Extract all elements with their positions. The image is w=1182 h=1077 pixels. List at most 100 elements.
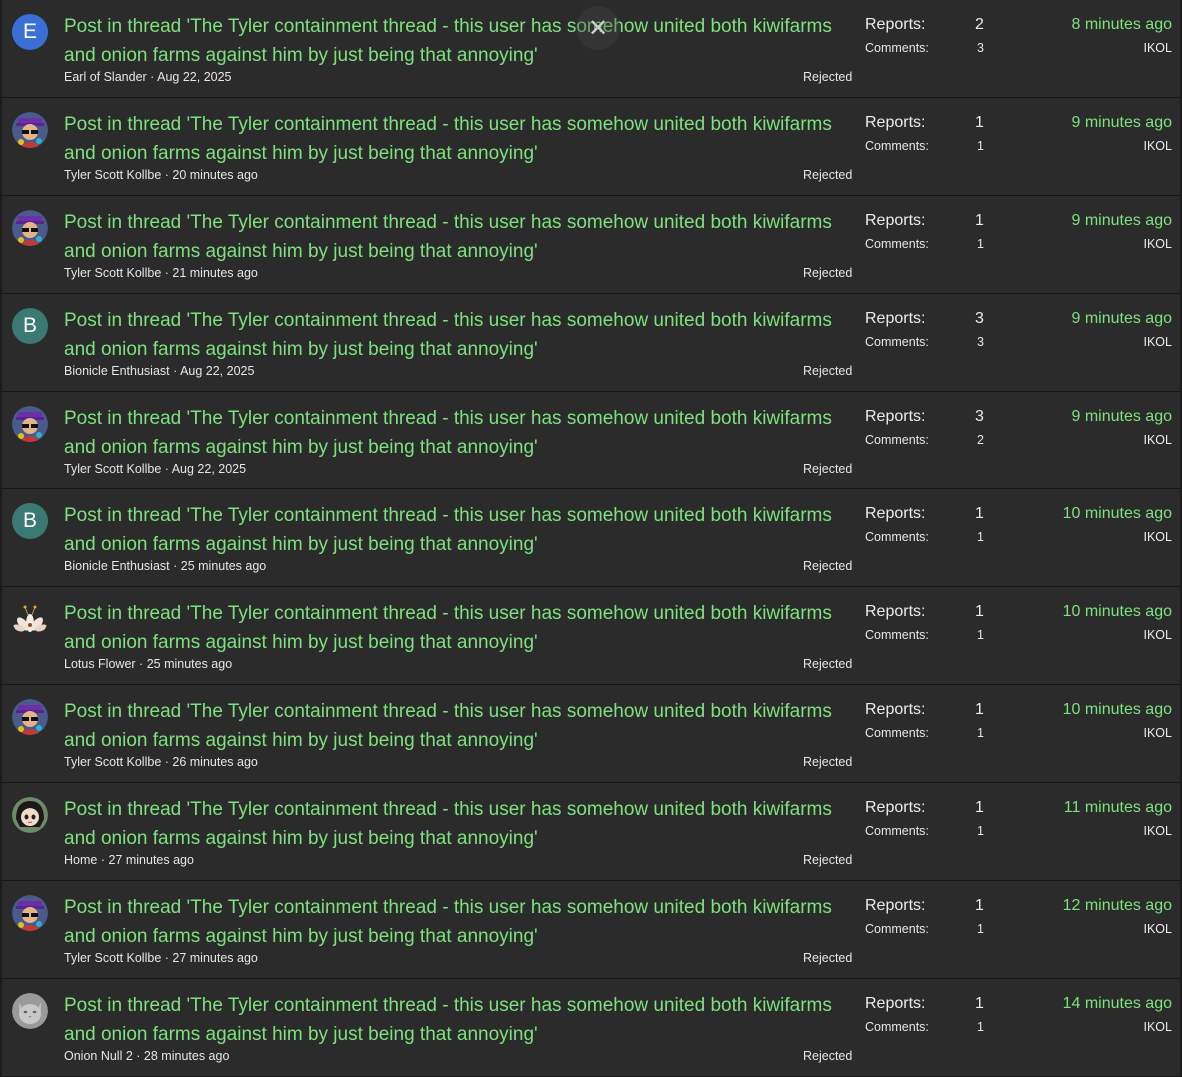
avatar[interactable] — [12, 405, 48, 442]
reports-count: 1 — [975, 701, 984, 719]
comments-label: Comments: — [865, 726, 929, 741]
report-title-link[interactable]: Post in thread 'The Tyler containment th… — [64, 697, 844, 755]
reports-label: Reports: — [865, 603, 926, 621]
close-icon[interactable]: ✕ — [576, 6, 620, 50]
report-row: B Post in thread 'The Tyler containment … — [0, 293, 1182, 392]
report-meta: Home · 27 minutes ago — [64, 853, 194, 867]
comments-count: 2 — [977, 432, 984, 447]
last-activity-time[interactable]: 9 minutes ago — [1071, 310, 1172, 328]
last-activity-time[interactable]: 10 minutes ago — [1063, 603, 1172, 621]
comments-label: Comments: — [865, 824, 929, 839]
comments-label: Comments: — [865, 432, 929, 447]
assignee-name[interactable]: IKOL — [1144, 922, 1173, 936]
author-link[interactable]: Tyler Scott Kollbe — [64, 168, 161, 182]
avatar[interactable]: B — [12, 503, 48, 540]
last-activity-time[interactable]: 12 minutes ago — [1063, 897, 1172, 915]
report-title-link[interactable]: Post in thread 'The Tyler containment th… — [64, 893, 844, 951]
assignee-name[interactable]: IKOL — [1144, 824, 1173, 838]
last-activity-time[interactable]: 9 minutes ago — [1071, 114, 1172, 132]
last-activity-time[interactable]: 8 minutes ago — [1071, 16, 1172, 34]
avatar[interactable] — [12, 601, 48, 638]
comments-count: 1 — [977, 628, 984, 643]
author-link[interactable]: Tyler Scott Kollbe — [64, 266, 161, 280]
status-label: Rejected — [803, 265, 853, 280]
last-activity-time[interactable]: 10 minutes ago — [1063, 701, 1172, 719]
avatar[interactable] — [12, 992, 48, 1029]
tyler-avatar-icon — [12, 699, 48, 736]
author-link[interactable]: Home — [64, 853, 97, 867]
report-meta: Tyler Scott Kollbe · 27 minutes ago — [64, 951, 258, 965]
author-link[interactable]: Tyler Scott Kollbe — [64, 755, 161, 769]
author-link[interactable]: Tyler Scott Kollbe — [64, 951, 161, 965]
meta-separator: · — [173, 559, 181, 574]
reports-count: 1 — [975, 799, 984, 817]
report-row: Post in thread 'The Tyler containment th… — [0, 685, 1182, 784]
avatar[interactable] — [12, 111, 48, 148]
report-row: Post in thread 'The Tyler containment th… — [0, 97, 1182, 196]
report-date: 20 minutes ago — [172, 167, 258, 182]
author-link[interactable]: Earl of Slander — [64, 70, 147, 84]
assignee-name[interactable]: IKOL — [1144, 726, 1173, 740]
comments-count: 1 — [977, 922, 984, 937]
tyler-avatar-icon — [12, 209, 48, 246]
report-meta: Bionicle Enthusiast · 25 minutes ago — [64, 559, 266, 573]
author-link[interactable]: Bionicle Enthusiast — [64, 364, 170, 378]
assignee-name[interactable]: IKOL — [1144, 433, 1173, 447]
avatar[interactable] — [12, 895, 48, 932]
reports-label: Reports: — [865, 897, 926, 915]
report-row: Post in thread 'The Tyler containment th… — [0, 881, 1182, 979]
comments-label: Comments: — [865, 530, 929, 545]
reports-count: 1 — [975, 603, 984, 621]
last-activity-time[interactable]: 14 minutes ago — [1063, 995, 1172, 1013]
comments-label: Comments: — [865, 628, 929, 643]
last-activity-time[interactable]: 10 minutes ago — [1063, 505, 1172, 523]
report-title-link[interactable]: Post in thread 'The Tyler containment th… — [64, 599, 844, 657]
comments-count: 1 — [977, 726, 984, 741]
assignee-name[interactable]: IKOL — [1144, 335, 1173, 349]
report-date: 21 minutes ago — [172, 265, 258, 280]
last-activity-time[interactable]: 9 minutes ago — [1071, 212, 1172, 230]
reports-label: Reports: — [865, 211, 926, 229]
report-title-link[interactable]: Post in thread 'The Tyler containment th… — [64, 795, 844, 853]
status-label: Rejected — [803, 657, 853, 672]
reports-label: Reports: — [865, 701, 926, 719]
report-title-link[interactable]: Post in thread 'The Tyler containment th… — [64, 208, 844, 266]
report-meta: Bionicle Enthusiast · Aug 22, 2025 — [64, 364, 254, 378]
assignee-name[interactable]: IKOL — [1144, 237, 1173, 251]
avatar[interactable] — [12, 797, 48, 834]
reports-label: Reports: — [865, 407, 926, 425]
last-activity-time[interactable]: 11 minutes ago — [1064, 799, 1172, 817]
author-link[interactable]: Tyler Scott Kollbe — [64, 462, 161, 476]
author-link[interactable]: Bionicle Enthusiast — [64, 559, 170, 573]
author-link[interactable]: Lotus Flower — [64, 657, 136, 671]
report-title-link[interactable]: Post in thread 'The Tyler containment th… — [64, 12, 844, 70]
report-title-link[interactable]: Post in thread 'The Tyler containment th… — [64, 991, 844, 1049]
report-title-link[interactable]: Post in thread 'The Tyler containment th… — [64, 306, 844, 364]
assignee-name[interactable]: IKOL — [1144, 530, 1173, 544]
reports-count: 3 — [975, 407, 984, 425]
report-date: Aug 22, 2025 — [171, 461, 247, 476]
avatar[interactable] — [12, 699, 48, 736]
meta-separator: · — [164, 461, 172, 476]
assignee-name[interactable]: IKOL — [1144, 41, 1173, 55]
avatar[interactable] — [12, 209, 48, 246]
report-title-link[interactable]: Post in thread 'The Tyler containment th… — [64, 501, 844, 559]
avatar[interactable]: B — [12, 307, 48, 344]
avatar[interactable]: E — [12, 14, 48, 50]
assignee-name[interactable]: IKOL — [1144, 628, 1173, 642]
status-label: Rejected — [803, 363, 853, 378]
status-label: Rejected — [803, 951, 853, 966]
author-link[interactable]: Onion Null 2 — [64, 1049, 133, 1063]
last-activity-time[interactable]: 9 minutes ago — [1071, 408, 1172, 426]
report-title-link[interactable]: Post in thread 'The Tyler containment th… — [64, 110, 844, 168]
report-row: Post in thread 'The Tyler containment th… — [0, 978, 1182, 1077]
comments-count: 1 — [977, 236, 984, 251]
comments-count: 1 — [977, 824, 984, 839]
assignee-name[interactable]: IKOL — [1144, 139, 1173, 153]
report-meta: Earl of Slander · Aug 22, 2025 — [64, 70, 232, 84]
report-title-link[interactable]: Post in thread 'The Tyler containment th… — [64, 404, 844, 462]
report-date: 25 minutes ago — [146, 657, 233, 672]
assignee-name[interactable]: IKOL — [1144, 1020, 1173, 1034]
tyler-avatar-icon — [12, 895, 48, 932]
status-label: Rejected — [803, 167, 853, 182]
